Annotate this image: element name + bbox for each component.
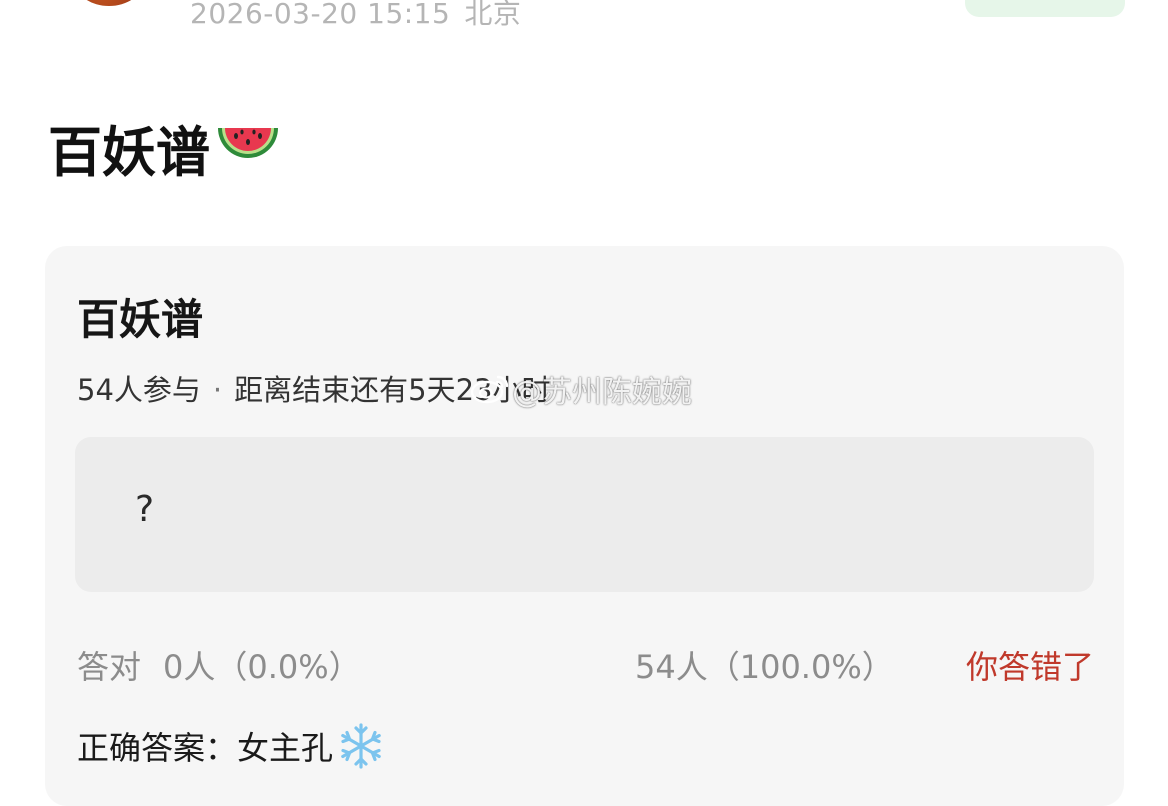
avatar[interactable] [76, 0, 142, 6]
correct-answer: 正确答案： 女主孔 [77, 722, 385, 770]
verdict-text: 你答错了 [965, 648, 1094, 686]
meta-separator: · [212, 373, 223, 407]
post-timestamp: 2026-03-20 15:15 [190, 0, 451, 30]
correct-count: 0人（0.0%） [163, 648, 361, 686]
poll-card: 百妖谱 54人参与 · 距离结束还有5天23小时 ? 答对 0人（0.0%） 54人（… [45, 246, 1124, 806]
watermelon-icon [218, 127, 278, 158]
poll-title: 百妖谱 [77, 295, 204, 344]
answer-label: 正确答案： [77, 729, 238, 767]
correct-label: 答对 [77, 648, 142, 686]
post-title-text: 百妖谱 [48, 121, 210, 184]
poll-meta: 54人参与 · 距离结束还有5天23小时 [77, 367, 550, 409]
post-title: 百妖谱 [48, 108, 282, 187]
correct-result: 答对 0人（0.0%） [77, 642, 361, 688]
post-meta: 2026-03-20 15:15 北京 [190, 0, 521, 32]
poll-deadline: 距离结束还有5天23小时 [234, 373, 551, 407]
post-location: 北京 [464, 0, 522, 30]
poll-option-text: ? [135, 489, 155, 530]
wrong-count: 54人（100.0%） [635, 648, 894, 686]
follow-button[interactable] [965, 0, 1125, 17]
snowflake-icon [341, 723, 381, 769]
poll-participants: 54人参与 [77, 373, 201, 407]
poll-option[interactable]: ? [75, 437, 1094, 592]
answer-value: 女主孔 [237, 729, 334, 767]
